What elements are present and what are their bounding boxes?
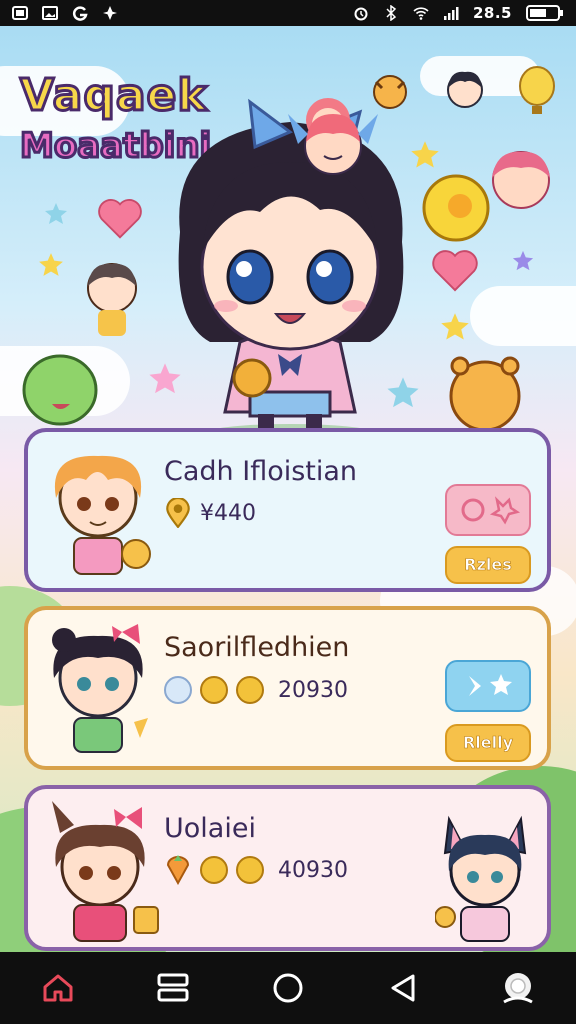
orange-bear-character — [449, 356, 521, 432]
star-icon — [411, 141, 439, 168]
star-icon — [441, 313, 469, 340]
girl-with-bow-character — [288, 114, 378, 175]
star-button[interactable] — [445, 660, 531, 712]
home-button[interactable] — [34, 964, 82, 1012]
navigation-bar — [0, 952, 576, 1024]
orange-hair-character-portrait — [54, 455, 151, 575]
character-stats: 20930 — [164, 676, 348, 704]
character-name: Uolaiei — [164, 813, 256, 844]
gallery-icon — [42, 6, 58, 20]
character-price: ¥440 — [200, 500, 256, 526]
home-icon — [43, 974, 73, 1002]
rlelly-button[interactable]: Rlelly — [445, 724, 531, 762]
star-icon — [469, 674, 512, 696]
star-icon — [39, 253, 63, 276]
heart-icon — [461, 496, 521, 525]
home-circle-icon — [273, 973, 303, 1003]
assistant-icon — [503, 973, 534, 1004]
brown-hair-kid-character — [87, 263, 137, 336]
character-card-3[interactable]: Uolaiei 40930 — [24, 785, 551, 951]
battery-icon — [526, 5, 563, 21]
rzles-button[interactable]: Rzles — [445, 546, 531, 584]
cloud — [470, 286, 576, 346]
status-bar: 28.5 — [0, 0, 576, 26]
character-card-1[interactable]: Cadh Ifloistian ¥440 Rzles — [24, 428, 551, 592]
wifi-icon — [413, 7, 429, 20]
character-stats: 40930 — [164, 855, 348, 885]
drone-icon — [103, 6, 117, 20]
back-icon — [391, 974, 415, 1002]
star-icon — [387, 377, 419, 408]
notification-icon — [12, 6, 28, 20]
recents-button[interactable] — [149, 964, 197, 1012]
assistant-button[interactable] — [494, 964, 542, 1012]
hot-air-balloon-icon — [519, 66, 555, 114]
location-pin-icon — [166, 498, 190, 528]
status-time: 28.5 — [472, 4, 512, 22]
coin-icon — [236, 856, 264, 884]
boy-face-character — [447, 71, 483, 108]
character-score: 40930 — [278, 857, 348, 883]
recents-icon — [157, 973, 189, 1002]
black-hair-character-portrait — [52, 624, 148, 753]
cat-face-character — [373, 75, 407, 109]
signal-icon — [443, 7, 459, 20]
coin-icon — [200, 856, 228, 884]
carrot-icon — [166, 855, 190, 885]
character-score: 20930 — [278, 677, 348, 703]
character-card-2[interactable]: Saorilfledhien 20930 Rlelly — [24, 606, 551, 770]
ghost-icon — [164, 676, 192, 704]
green-monster-character — [22, 354, 98, 426]
pink-hair-character — [492, 151, 550, 209]
heart-icon — [432, 250, 478, 292]
g-icon — [72, 6, 88, 21]
character-name: Cadh Ifloistian — [164, 456, 358, 487]
brown-hair-girl-portrait — [52, 801, 159, 942]
home-circle-button[interactable] — [264, 964, 312, 1012]
coin-icon — [200, 676, 228, 704]
cat-ear-girl-portrait — [435, 815, 527, 942]
star-icon — [512, 250, 534, 271]
alarm-icon — [354, 7, 368, 21]
back-button[interactable] — [379, 964, 427, 1012]
heart-button[interactable] — [445, 484, 531, 536]
character-stats: ¥440 — [164, 498, 256, 528]
character-name: Saorilfledhien — [164, 632, 350, 663]
coin-icon — [236, 676, 264, 704]
star-icon — [45, 203, 67, 224]
heart-icon — [98, 199, 142, 239]
bluetooth-icon — [386, 5, 397, 21]
yellow-chick-icon — [422, 174, 490, 242]
star-icon — [149, 363, 181, 394]
